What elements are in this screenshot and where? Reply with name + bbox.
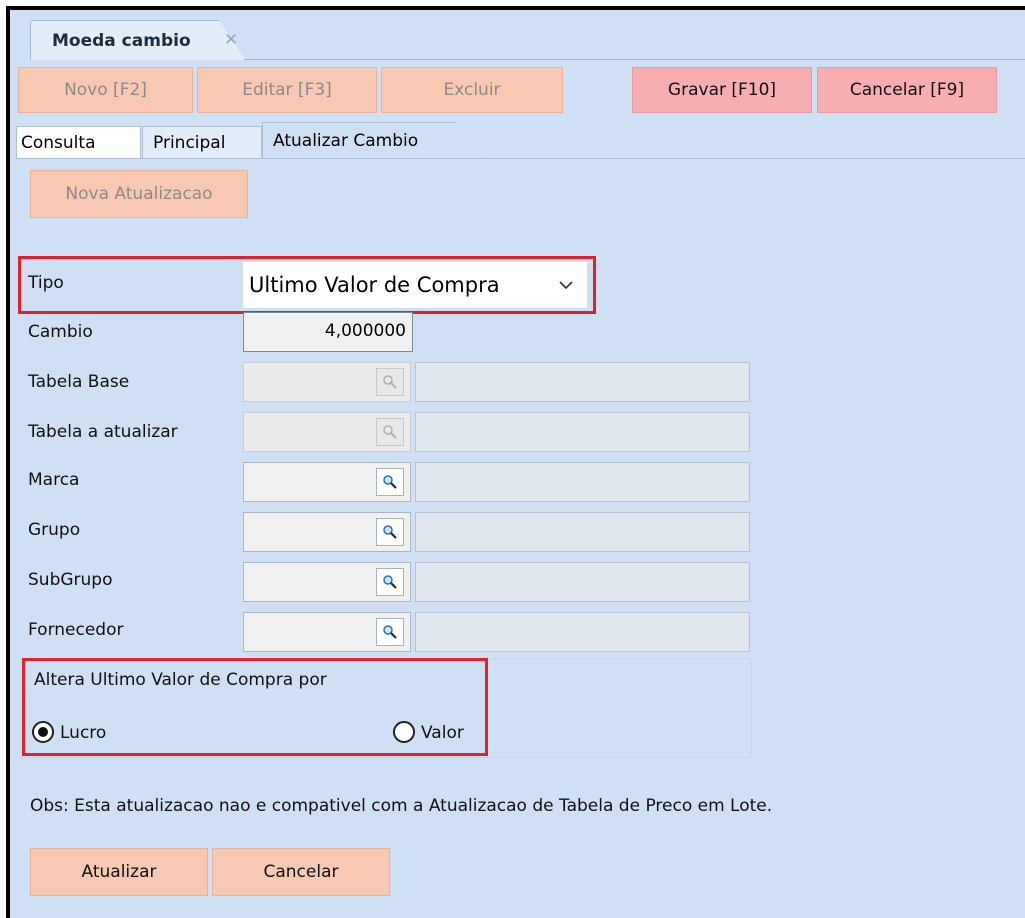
tab-consulta[interactable]: Consulta xyxy=(16,126,141,158)
tab-principal[interactable]: Principal xyxy=(142,126,262,158)
magnifier-icon[interactable] xyxy=(376,518,404,546)
fornecedor-description xyxy=(415,612,750,652)
fornecedor-label: Fornecedor xyxy=(28,620,124,640)
subgrupo-description xyxy=(415,562,750,602)
atualizar-button[interactable]: Atualizar xyxy=(30,848,208,896)
close-icon[interactable]: ✕ xyxy=(224,30,238,50)
marca-label: Marca xyxy=(28,470,80,490)
nova-atualizacao-button[interactable]: Nova Atualizacao xyxy=(30,170,248,218)
cambio-input[interactable]: 4,000000 xyxy=(243,312,413,352)
magnifier-icon[interactable] xyxy=(376,468,404,496)
tipo-highlight xyxy=(18,256,596,314)
altera-highlight xyxy=(22,658,488,756)
magnifier-icon[interactable] xyxy=(376,368,404,396)
tabela-base-description xyxy=(415,362,750,402)
tabela-atualizar-description xyxy=(415,412,750,452)
cambio-label: Cambio xyxy=(28,322,93,342)
magnifier-icon[interactable] xyxy=(376,568,404,596)
magnifier-icon[interactable] xyxy=(376,418,404,446)
tabela-atualizar-label: Tabela a atualizar xyxy=(28,422,178,442)
excluir-button[interactable]: Excluir xyxy=(381,67,563,113)
obs-text: Obs: Esta atualizacao nao e compativel c… xyxy=(30,796,773,816)
editar-button[interactable]: Editar [F3] xyxy=(197,67,377,113)
tab-divider xyxy=(245,59,1025,60)
subgrupo-label: SubGrupo xyxy=(28,570,113,590)
magnifier-icon[interactable] xyxy=(376,618,404,646)
grupo-label: Grupo xyxy=(28,520,81,540)
tabs-baseline xyxy=(16,158,1025,159)
window-tab-title: Moeda cambio xyxy=(52,31,191,51)
tabela-base-label: Tabela Base xyxy=(28,372,130,392)
marca-description xyxy=(415,462,750,502)
gravar-button[interactable]: Gravar [F10] xyxy=(632,67,812,113)
novo-button[interactable]: Novo [F2] xyxy=(18,67,193,113)
tab-atualizar-cambio[interactable]: Atualizar Cambio xyxy=(262,122,487,158)
cancelar-button[interactable]: Cancelar xyxy=(212,848,390,896)
cancelar-toolbar-button[interactable]: Cancelar [F9] xyxy=(817,67,997,113)
grupo-description xyxy=(415,512,750,552)
